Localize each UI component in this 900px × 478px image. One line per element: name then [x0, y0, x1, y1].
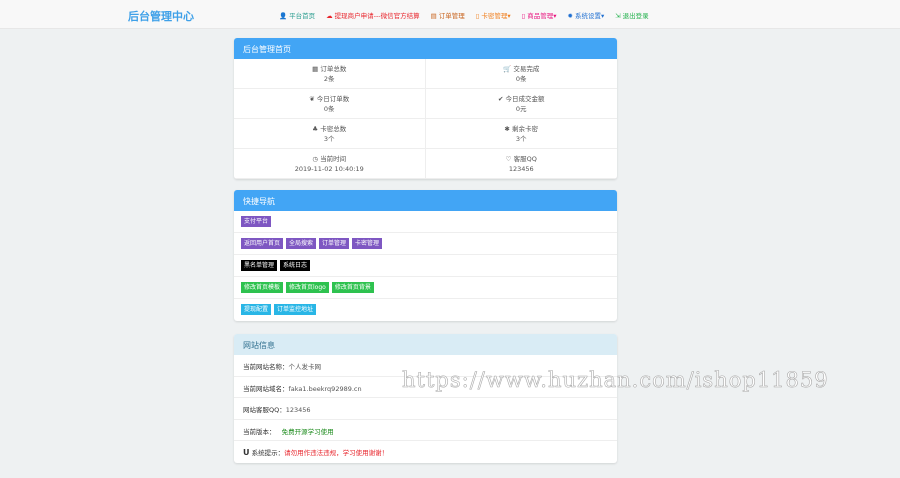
- site-info-panel: 网站信息 当前网站名称：个人发卡网 当前网站域名：faka1.beekrq929…: [234, 334, 617, 463]
- nav-item[interactable]: ▯ 商品管理▾: [522, 10, 557, 20]
- stat-icon: ♡: [505, 155, 512, 163]
- stat-label: 剩余卡密: [512, 125, 539, 133]
- nav-menu: 👤 平台首页 ☁ 提现商户申请---微信官方结算 ▤ 订单管理 ▯ 卡密管理▾ ▯ 商品管理▾ ✹ 系…: [279, 10, 649, 20]
- stats-panel-title: 后台管理首页: [234, 38, 617, 59]
- version-row: 当前版本： 免费开源学习使用: [234, 420, 617, 441]
- label: 当前版本：: [243, 427, 276, 436]
- stat-value: 2条: [323, 75, 335, 83]
- quick-nav-row: 支付平台: [234, 211, 617, 233]
- watermark: https://www.huzhan.com/ishop11859: [402, 368, 829, 393]
- nav-item[interactable]: ☁ 提现商户申请---微信官方结算: [326, 10, 420, 20]
- stat-cell: ▦ 订单总数 2条: [234, 59, 426, 89]
- stat-cell: ♡ 客服QQ 123456: [425, 149, 617, 179]
- u-icon: U: [243, 448, 250, 457]
- quick-nav-row: 返回用户首页 全局搜索 订单管理 卡密管理: [234, 233, 617, 255]
- nav-item-label: 订单管理: [438, 12, 465, 20]
- gear-icon: ✹: [567, 12, 573, 20]
- stat-icon: ♣: [312, 125, 319, 133]
- stat-cell: ♣ 卡密总数 3个: [234, 119, 426, 149]
- stat-icon: ✔: [497, 95, 504, 103]
- nav-item[interactable]: 👤 平台首页: [279, 10, 315, 20]
- user-icon: 👤: [279, 12, 288, 20]
- quick-nav-button[interactable]: 卡密管理: [352, 238, 383, 249]
- nav-item-label: 系统设置▾: [574, 12, 605, 20]
- nav-item-label: 卡密管理▾: [481, 12, 511, 20]
- stat-cell: ❦ 今日订单数 0条: [234, 89, 426, 119]
- stat-label: 当前时间: [320, 155, 347, 163]
- stat-value: 0元: [515, 105, 527, 113]
- quick-nav-button[interactable]: 黑名单管理: [241, 260, 278, 271]
- stat-value: 0条: [515, 75, 527, 83]
- stat-cell: 🛒 交易完成 0条: [425, 59, 617, 89]
- label: 当前网站名称：: [243, 363, 289, 371]
- tablet-icon: ▯: [521, 12, 526, 20]
- nav-item[interactable]: ▯ 卡密管理▾: [476, 10, 511, 20]
- cloud-icon: ☁: [326, 12, 333, 20]
- version: 免费开源学习使用: [281, 427, 334, 436]
- quick-nav-panel: 快捷导航 支付平台 返回用户首页 全局搜索 订单管理 卡密管理 黑名单管理 系统日志 修改首页…: [234, 190, 617, 321]
- stat-label: 交易完成: [513, 65, 540, 73]
- stat-cell: ✔ 今日成交金额 0元: [425, 89, 617, 119]
- stat-label: 卡密总数: [320, 125, 347, 133]
- nav-item-label: 退出登录: [622, 12, 649, 20]
- quick-nav-button[interactable]: 支付平台: [241, 216, 272, 227]
- quick-nav-button[interactable]: 修改首页logo: [286, 282, 329, 293]
- quick-nav-button[interactable]: 提现配置: [241, 304, 272, 315]
- nav-item-label: 平台首页: [289, 12, 316, 20]
- stat-value: 123456: [508, 165, 534, 173]
- quick-nav-row: 提现配置 订单监控地址: [234, 299, 617, 321]
- stat-value: 0条: [323, 105, 335, 113]
- stat-icon: ◷: [312, 155, 319, 163]
- site-qq-row: 网站客服QQ：123456: [234, 398, 617, 420]
- quick-nav-button[interactable]: 修改首页模板: [241, 282, 284, 293]
- quick-nav-row: 修改首页模板 修改首页logo 修改首页背景: [234, 277, 617, 299]
- stat-value: 2019-11-02 10:40:19: [294, 165, 364, 173]
- stat-cell: ✱ 剩余卡密 3个: [425, 119, 617, 149]
- stat-label: 今日订单数: [316, 95, 350, 103]
- nav-item[interactable]: ▤ 订单管理: [431, 10, 465, 20]
- stat-value: 3个: [323, 135, 335, 143]
- tablet-icon: ▯: [475, 12, 480, 20]
- nav-item[interactable]: ⇲ 退出登录: [615, 10, 648, 20]
- quick-nav-button[interactable]: 订单管理: [319, 238, 350, 249]
- logout-icon: ⇲: [615, 12, 621, 20]
- label: 网站客服QQ：: [243, 406, 286, 414]
- quick-nav-button[interactable]: 修改首页背景: [331, 282, 374, 293]
- stat-icon: ▦: [312, 65, 319, 73]
- quick-nav-row: 黑名单管理 系统日志: [234, 255, 617, 277]
- stat-icon: ❦: [309, 95, 315, 103]
- top-navbar: 后台管理中心 👤 平台首页 ☁ 提现商户申请---微信官方结算 ▤ 订单管理 ▯ 卡密管理▾ ▯…: [0, 0, 900, 29]
- system-tip: 请勿用作违法违规，学习使用谢谢！: [284, 449, 389, 457]
- stats-panel: 后台管理首页 ▦ 订单总数 2条 🛒 交易完成 0条 ❦ 今日订单数 0条 ✔ 今日成交金额…: [234, 38, 617, 179]
- quick-nav-button[interactable]: 系统日志: [280, 260, 311, 271]
- site-qq: 123456: [285, 406, 311, 414]
- quick-nav-title: 快捷导航: [234, 190, 617, 211]
- site-domain: faka1.beekrq92989.cn: [288, 384, 362, 393]
- stat-icon: ✱: [504, 125, 510, 133]
- nav-item-label: 提现商户申请---微信官方结算: [334, 12, 420, 20]
- stat-cell: ◷ 当前时间 2019-11-02 10:40:19: [234, 149, 426, 179]
- site-info-title: 网站信息: [234, 334, 617, 355]
- nav-item-label: 商品管理▾: [527, 12, 557, 20]
- stat-value: 3个: [515, 135, 527, 143]
- stat-label: 今日成交金额: [505, 95, 545, 103]
- nav-item[interactable]: ✹ 系统设置▾: [567, 10, 604, 20]
- stat-label: 订单总数: [320, 65, 347, 73]
- label: 系统提示：: [251, 449, 285, 457]
- quick-nav-button[interactable]: 订单监控地址: [274, 304, 317, 315]
- system-tip-row: U 系统提示：请勿用作违法违规，学习使用谢谢！: [234, 441, 617, 463]
- label: 当前网站域名：: [243, 384, 289, 393]
- site-name: 个人发卡网: [288, 363, 322, 371]
- stat-label: 客服QQ: [513, 155, 537, 163]
- quick-nav-button[interactable]: 全局搜索: [286, 238, 317, 249]
- brand-title[interactable]: 后台管理中心: [128, 8, 194, 24]
- quick-nav-button[interactable]: 返回用户首页: [241, 238, 284, 249]
- list-icon: ▤: [430, 12, 437, 20]
- stat-icon: 🛒: [503, 65, 512, 73]
